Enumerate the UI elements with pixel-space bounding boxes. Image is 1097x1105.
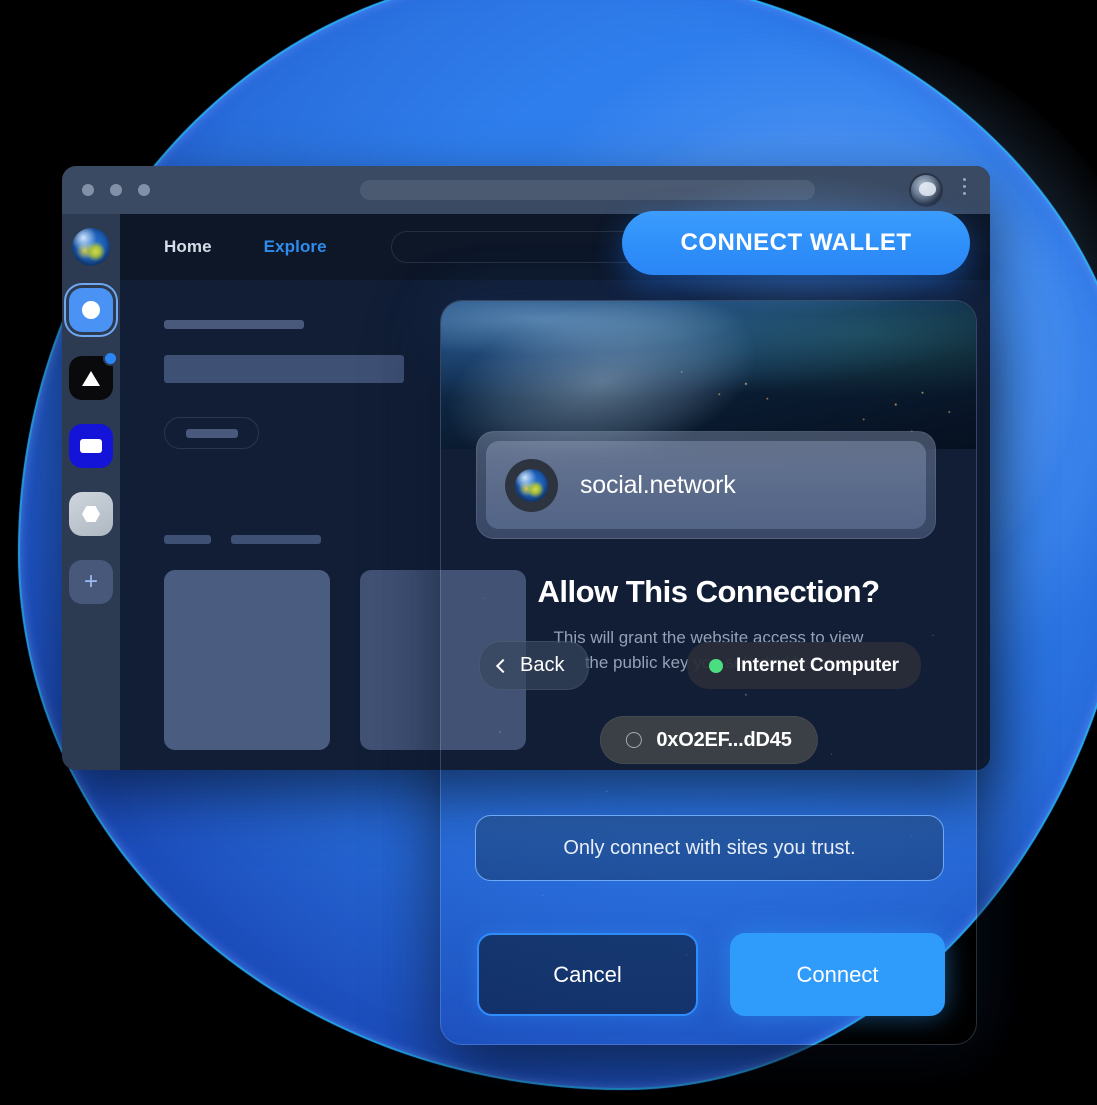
modal-title: Allow This Connection? — [537, 574, 880, 609]
sidebar-item-circle[interactable] — [69, 288, 113, 332]
close-window-dot[interactable] — [82, 184, 94, 196]
skeleton-label-short — [164, 535, 211, 544]
triangle-app-icon — [82, 370, 100, 386]
token-ring-icon — [625, 732, 642, 748]
network-selector-chip[interactable]: Internet Computer — [687, 642, 921, 689]
card-app-icon — [80, 439, 102, 453]
status-dot-icon — [709, 658, 723, 673]
network-label: Internet Computer — [736, 654, 899, 676]
sidebar-add-button[interactable]: + — [69, 560, 113, 604]
sidebar-item-hexagon[interactable] — [69, 492, 113, 536]
hexagon-app-icon — [82, 506, 100, 522]
sidebar-item-triangle[interactable] — [69, 351, 118, 400]
address-value: 0xO2EF...dD45 — [656, 728, 792, 751]
skeleton-card — [164, 570, 330, 750]
globe-site-icon — [515, 468, 548, 502]
site-info-inner: social.network — [486, 441, 926, 529]
connect-wallet-button[interactable]: CONNECT WALLET — [622, 211, 970, 275]
site-avatar — [505, 458, 558, 512]
wallet-connect-modal: Back Internet Computer social.network Al… — [440, 300, 977, 1045]
selected-address-chip[interactable]: 0xO2EF...dD45 — [599, 716, 818, 764]
trust-notice-banner: Only connect with sites you trust. — [475, 815, 944, 881]
connect-wallet-cta: CONNECT WALLET — [570, 147, 1038, 343]
screenshot-root: + Home Explore Back Internet Computer so… — [0, 0, 1097, 1105]
minimize-window-dot[interactable] — [110, 184, 122, 196]
site-name-label: social.network — [580, 470, 736, 499]
sidebar-item-card[interactable] — [69, 424, 113, 468]
skeleton-block — [164, 355, 404, 383]
globe-logo-icon[interactable] — [72, 228, 110, 266]
circle-app-icon — [82, 301, 100, 319]
modal-actions: Cancel Connect — [477, 933, 945, 1016]
back-button-label: Back — [520, 654, 565, 676]
connect-button[interactable]: Connect — [730, 933, 945, 1016]
cancel-button[interactable]: Cancel — [477, 933, 698, 1016]
window-controls[interactable] — [82, 184, 150, 196]
skeleton-pill-button[interactable] — [164, 417, 259, 449]
app-sidebar: + — [62, 214, 120, 770]
site-info-card: social.network — [476, 431, 936, 539]
nav-link-explore[interactable]: Explore — [264, 237, 327, 257]
plus-icon: + — [83, 568, 98, 595]
nav-link-home[interactable]: Home — [164, 237, 212, 257]
back-button[interactable]: Back — [479, 641, 590, 690]
skeleton-heading — [164, 320, 304, 329]
notification-badge — [103, 351, 118, 366]
maximize-window-dot[interactable] — [138, 184, 150, 196]
chevron-left-icon — [495, 658, 511, 673]
skeleton-label-long — [231, 535, 321, 544]
